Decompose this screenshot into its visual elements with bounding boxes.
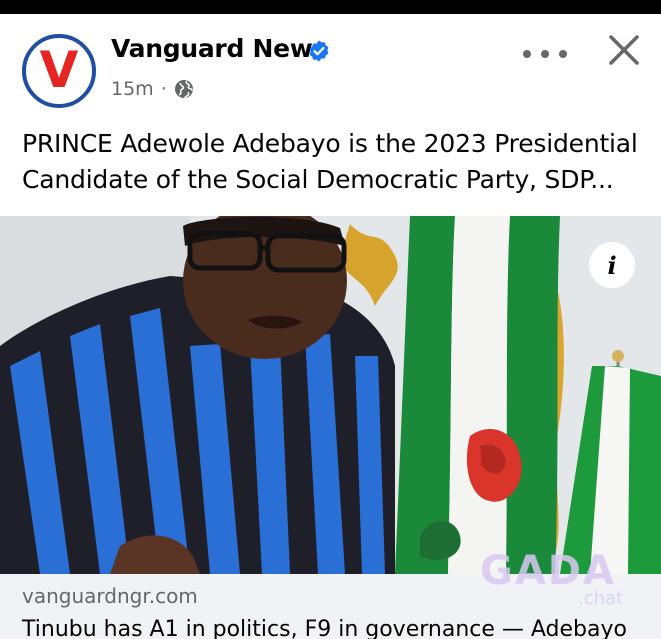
post-header: V Vanguard News 15m · — [0, 14, 661, 114]
more-dot — [559, 50, 567, 58]
globe-icon — [174, 80, 193, 99]
more-dot — [523, 50, 531, 58]
caption-line: PRINCE Adewole Adebayo is the 2023 Presi… — [22, 129, 638, 158]
photo-illustration — [0, 216, 661, 574]
post-photo[interactable]: i — [0, 216, 661, 574]
close-icon[interactable] — [605, 31, 643, 69]
watermark-sub: .chat — [578, 588, 624, 609]
link-headline[interactable]: Tinubu has A1 in politics, F9 in governa… — [22, 617, 627, 639]
more-dot — [541, 50, 549, 58]
watermark-logo: GADA .chat — [480, 548, 630, 609]
link-domain: vanguardngr.com — [22, 584, 198, 608]
page-name[interactable]: Vanguard News — [111, 34, 327, 63]
verified-badge-icon — [309, 40, 329, 62]
post-time[interactable]: 15m — [111, 78, 154, 100]
status-bar — [0, 0, 661, 14]
post-caption: PRINCE Adewole Adebayo is the 2023 Presi… — [22, 126, 647, 198]
meta-separator: · — [160, 78, 167, 100]
caption-line: Candidate of the Social Democratic Party… — [22, 165, 614, 194]
post-meta: 15m · — [111, 78, 194, 100]
nigerian-flag — [395, 216, 560, 574]
facebook-post: V Vanguard News 15m · PRINCE Adewole Ade… — [0, 14, 661, 639]
avatar-logo-letter: V — [39, 41, 79, 99]
info-icon[interactable]: i — [589, 242, 635, 288]
more-options-icon[interactable] — [523, 44, 567, 64]
page-avatar[interactable]: V — [22, 34, 96, 108]
